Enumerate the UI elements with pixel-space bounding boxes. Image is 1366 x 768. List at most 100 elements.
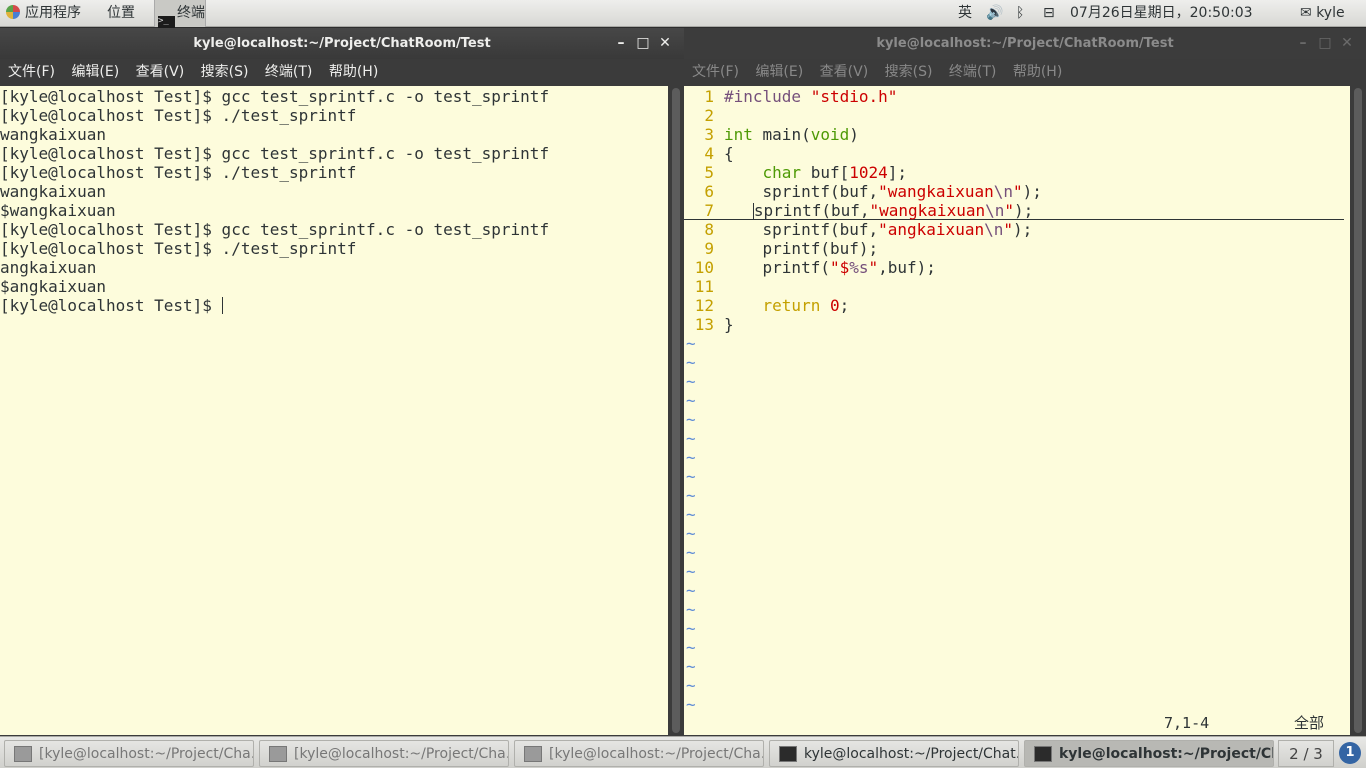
terminal-window-left: kyle@localhost:~/Project/ChatRoom/Test –… [0,28,684,736]
line-number: 10 [694,258,714,277]
network-icon[interactable]: ⊟ [1043,0,1055,27]
menu-edit[interactable]: 编辑(E) [755,64,803,80]
input-method-indicator[interactable]: 英 [958,0,972,27]
menu-file[interactable]: 文件(F) [8,64,55,80]
minimize-button[interactable]: – [610,28,632,59]
taskbar-window-button-active[interactable]: kyle@localhost:~/Project/Chat… [1024,740,1274,767]
taskbar-window-button[interactable]: kyle@localhost:~/Project/Chat… [769,740,1019,767]
menu-view[interactable]: 查看(V) [820,64,869,80]
terminal-prompt: [kyle@localhost Test]$ [0,296,222,315]
code-line: 8 sprintf(buf,"angkaixuan\n"); [684,220,1350,239]
code-token: ); [1022,182,1042,201]
code-line: 5 char buf[1024]; [684,163,1350,182]
line-number: 3 [704,125,714,144]
terminal-app-menu[interactable]: >_ 终端 [154,0,206,37]
menu-search[interactable]: 搜索(S) [885,64,933,80]
tilde-marker: ~ [686,429,696,448]
menu-help[interactable]: 帮助(H) [1013,64,1062,80]
user-menu[interactable]: ✉ kyle [1300,0,1345,27]
empty-line-markers: ~ ~ ~ ~ ~ ~ ~ ~ ~ ~ ~ ~ ~ ~ ~ ~ ~ ~ ~ ~ [684,334,1350,714]
terminal-line: [kyle@localhost Test]$ gcc test_sprintf.… [0,144,550,163]
line-number: 11 [694,277,714,296]
applications-label: 应用程序 [25,5,81,21]
tilde-marker: ~ [686,562,696,581]
cursor-position: 7,1-4 [1164,714,1210,732]
line-number: 4 [704,144,714,163]
code-token: buf[ [801,163,850,182]
terminal-icon [269,746,287,762]
scroll-indicator: 全部 [1294,714,1325,732]
tilde-marker: ~ [686,505,696,524]
user-name: kyle [1316,5,1345,21]
code-token: " [1012,182,1023,201]
menu-terminal[interactable]: 终端(T) [265,64,312,80]
applications-menu[interactable]: 应用程序 [6,0,81,27]
line-number: 6 [704,182,714,201]
terminal-icon [524,746,542,762]
scrollbar[interactable] [1350,86,1366,735]
text-cursor [221,297,223,314]
maximize-button[interactable]: □ [1314,28,1336,59]
line-number: 1 [704,87,714,106]
terminal-line: [kyle@localhost Test]$ ./test_sprintf [0,163,357,182]
tilde-marker: ~ [686,543,696,562]
scrollbar-thumb[interactable] [672,88,680,733]
code-token: sprintf(buf, [724,182,879,201]
menu-edit[interactable]: 编辑(E) [71,64,119,80]
workspace-switcher[interactable]: 2 / 3 [1278,740,1334,767]
tilde-marker: ~ [686,638,696,657]
vim-editor[interactable]: 1 #include "stdio.h" 2 3 int main(void) 4{… [684,86,1350,735]
bluetooth-icon[interactable]: ᛒ [1016,0,1024,27]
tilde-marker: ~ [686,695,696,714]
menu-help[interactable]: 帮助(H) [329,64,378,80]
menu-view[interactable]: 查看(V) [136,64,185,80]
code-line: 2 [684,106,1350,125]
menu-file[interactable]: 文件(F) [692,64,739,80]
code-token: "$ [829,258,850,277]
scrollbar[interactable] [668,86,684,735]
code-token: void [810,125,850,144]
line-number: 2 [704,106,714,125]
line-number: 7 [704,201,714,220]
window-titlebar[interactable]: kyle@localhost:~/Project/ChatRoom/Test –… [0,28,684,59]
terminal-icon [1034,746,1052,762]
terminal-line: angkaixuan [0,258,97,277]
code-token: "stdio.h" [810,87,898,106]
places-menu[interactable]: 位置 [107,0,135,27]
terminal-line: [kyle@localhost Test]$ ./test_sprintf [0,239,357,258]
minimize-button[interactable]: – [1292,28,1314,59]
tilde-marker: ~ [686,467,696,486]
bottom-panel: [kyle@localhost:~/Project/Cha… [kyle@loc… [0,736,1366,768]
terminal-prompt-line: [kyle@localhost Test]$ [0,296,668,315]
maximize-button[interactable]: □ [632,28,654,59]
code-token: \n [993,182,1013,201]
scrollbar-thumb[interactable] [1354,88,1362,733]
window-title: kyle@localhost:~/Project/ChatRoom/Test [876,36,1174,51]
close-button[interactable]: ✕ [1336,28,1358,59]
code-token: ) [849,125,859,144]
taskbar-window-button[interactable]: [kyle@localhost:~/Project/Cha… [259,740,509,767]
code-line: 1 #include "stdio.h" [684,87,1350,106]
notification-badge[interactable]: 1 [1339,742,1361,764]
taskbar-window-label: kyle@localhost:~/Project/Chat… [1059,746,1273,762]
menu-terminal[interactable]: 终端(T) [949,64,996,80]
menu-search[interactable]: 搜索(S) [201,64,249,80]
window-titlebar[interactable]: kyle@localhost:~/Project/ChatRoom/Test –… [684,28,1366,59]
code-token: "wangkaixuan [869,201,986,220]
code-token: #include [724,87,802,106]
volume-icon[interactable]: 🔊 [986,0,1003,27]
tilde-marker: ~ [686,391,696,410]
taskbar-window-button[interactable]: [kyle@localhost:~/Project/Cha… [514,740,764,767]
code-line: 4{ [684,144,1350,163]
taskbar-window-button[interactable]: [kyle@localhost:~/Project/Cha… [4,740,254,767]
tilde-marker: ~ [686,334,696,353]
code-token: ]; [887,163,908,182]
code-token: 1024 [849,163,888,182]
terminal-output[interactable]: [kyle@localhost Test]$ gcc test_sprintf.… [0,86,668,735]
terminal-line: [kyle@localhost Test]$ gcc test_sprintf.… [0,87,550,106]
code-token: char [762,163,802,182]
clock[interactable]: 07月26日星期日，20:50:03 [1070,0,1253,27]
close-button[interactable]: ✕ [654,28,676,59]
